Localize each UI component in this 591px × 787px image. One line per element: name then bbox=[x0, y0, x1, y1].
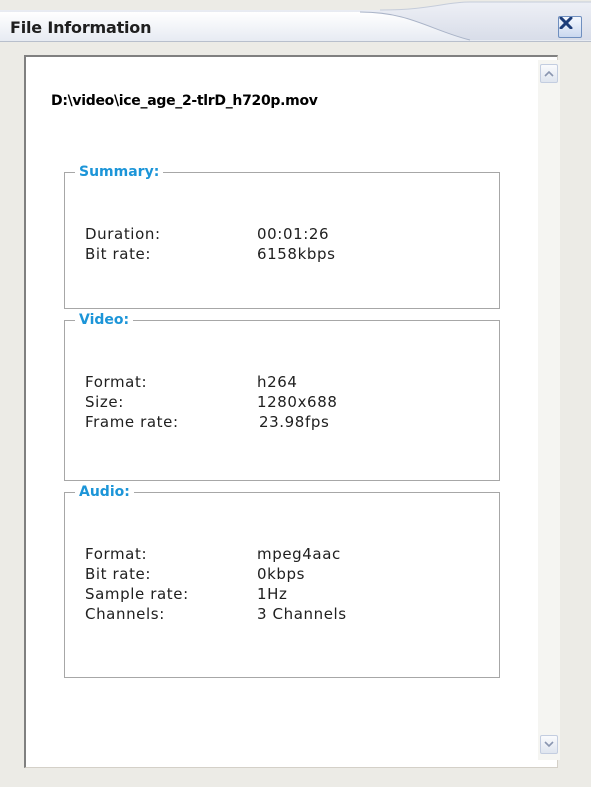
video-format-label: Format: bbox=[85, 373, 148, 391]
video-group: Video: Format: h264 Size: 1280x688 Frame… bbox=[64, 311, 500, 481]
audio-format-value: mpeg4aac bbox=[257, 545, 341, 563]
duration-value: 00:01:26 bbox=[257, 225, 330, 243]
audio-format-label: Format: bbox=[85, 545, 148, 563]
audio-bitrate-value: 0kbps bbox=[257, 565, 306, 583]
audio-group: Audio: Format: mpeg4aac Bit rate: 0kbps … bbox=[64, 483, 500, 678]
summary-bitrate-label: Bit rate: bbox=[85, 245, 152, 263]
audio-channels-label: Channels: bbox=[85, 605, 165, 623]
scroll-up-button[interactable] bbox=[540, 64, 558, 83]
video-framerate-value: 23.98fps bbox=[259, 413, 330, 431]
file-path: D:\video\ice_age_2-tlrD_h720p.mov bbox=[51, 93, 318, 109]
vertical-scrollbar[interactable] bbox=[538, 60, 560, 760]
summary-group: Summary: Duration: 00:01:26 Bit rate: 61… bbox=[64, 163, 500, 309]
video-size-label: Size: bbox=[85, 393, 124, 411]
video-framerate-label: Frame rate: bbox=[85, 413, 179, 431]
title-bar: File Information bbox=[0, 0, 591, 42]
video-size-value: 1280x688 bbox=[257, 393, 338, 411]
audio-bitrate-label: Bit rate: bbox=[85, 565, 152, 583]
audio-samplerate-label: Sample rate: bbox=[85, 585, 189, 603]
audio-channels-value: 3 Channels bbox=[257, 605, 347, 623]
audio-samplerate-value: 1Hz bbox=[257, 585, 288, 603]
video-heading: Video: bbox=[75, 311, 134, 329]
scroll-down-button[interactable] bbox=[540, 735, 558, 754]
summary-heading: Summary: bbox=[75, 163, 164, 181]
file-info-panel: D:\video\ice_age_2-tlrD_h720p.mov Summar… bbox=[24, 55, 558, 768]
chevron-down-icon bbox=[544, 741, 554, 748]
duration-label: Duration: bbox=[85, 225, 161, 243]
audio-heading: Audio: bbox=[75, 483, 134, 501]
close-icon bbox=[559, 17, 573, 29]
chevron-up-icon bbox=[544, 70, 554, 77]
file-information-window: File Information D:\video\ice_age_2-tlrD… bbox=[0, 0, 591, 787]
close-button[interactable] bbox=[558, 16, 582, 38]
video-format-value: h264 bbox=[257, 373, 298, 391]
summary-bitrate-value: 6158kbps bbox=[257, 245, 336, 263]
window-title: File Information bbox=[10, 18, 152, 37]
